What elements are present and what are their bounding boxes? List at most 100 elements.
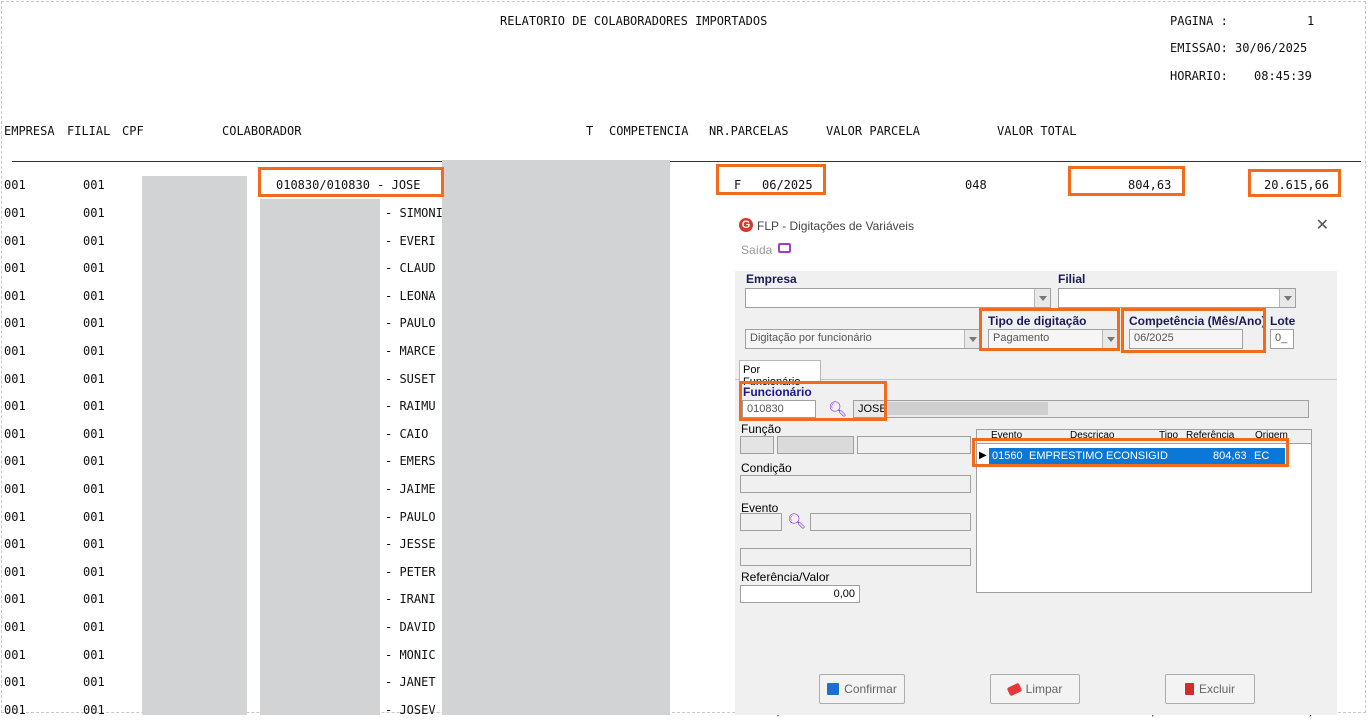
evento-desc-field bbox=[810, 513, 971, 531]
col-competencia: COMPETENCIA bbox=[609, 124, 689, 138]
cell-colaborador: - CAIO bbox=[385, 427, 429, 441]
referencia-input[interactable]: 0,00 bbox=[740, 585, 860, 603]
cell-filial: 001 bbox=[83, 289, 105, 303]
cell-colaborador: - RAIMU bbox=[385, 399, 436, 413]
cell-filial: 001 bbox=[83, 234, 105, 248]
cell-empresa: 001 bbox=[4, 482, 26, 496]
cell-colaborador: - PETER bbox=[385, 565, 436, 579]
referencia-value: 0,00 bbox=[833, 588, 855, 600]
excluir-button[interactable]: Excluir bbox=[1165, 674, 1255, 704]
digitacao-mode-value: Digitação por funcionário bbox=[750, 332, 872, 344]
evento-search-icon[interactable]: 🔍︎ bbox=[787, 512, 806, 530]
col-empresa: EMPRESA bbox=[4, 124, 55, 138]
time-value: 08:45:39 bbox=[1254, 69, 1312, 83]
cell-empresa: 001 bbox=[4, 178, 26, 192]
limpar-button[interactable]: Limpar bbox=[990, 674, 1080, 704]
lote-value: 0_ bbox=[1275, 332, 1288, 344]
cell-empresa: 001 bbox=[4, 675, 26, 689]
highlight-valor-total bbox=[1248, 169, 1341, 197]
cell-empresa: 001 bbox=[4, 234, 26, 248]
cell-filial: 001 bbox=[83, 565, 105, 579]
cell-colaborador: - JAIME bbox=[385, 482, 436, 496]
cell-empresa: 001 bbox=[4, 620, 26, 634]
chevron-down-icon[interactable] bbox=[964, 330, 980, 348]
cell-colaborador: - MARCE bbox=[385, 344, 436, 358]
tab-por-funcionario[interactable]: Por Funcionário bbox=[739, 360, 821, 388]
col-nr-parcelas: NR.PARCELAS bbox=[709, 124, 789, 138]
cell-empresa: 001 bbox=[4, 537, 26, 551]
cell-filial: 001 bbox=[83, 372, 105, 386]
cell-colaborador: - LEONA bbox=[385, 289, 436, 303]
col-t: T bbox=[586, 124, 594, 138]
col-valor-total: VALOR TOTAL bbox=[997, 124, 1077, 138]
redacted-name bbox=[888, 402, 1048, 415]
cell-empresa: 001 bbox=[4, 565, 26, 579]
limpar-label: Limpar bbox=[1025, 682, 1063, 696]
save-icon bbox=[827, 683, 840, 695]
cell-colaborador: - IRANI bbox=[385, 592, 436, 606]
cell-colaborador: - SUSET bbox=[385, 372, 436, 386]
cell-filial: 001 bbox=[83, 537, 105, 551]
cell-empresa: 001 bbox=[4, 592, 26, 606]
excluir-label: Excluir bbox=[1198, 682, 1235, 696]
cell-filial: 001 bbox=[83, 592, 105, 606]
redacted-id-column bbox=[260, 199, 380, 715]
cell-colaborador: - DAVID bbox=[385, 620, 436, 634]
cell-filial: 001 bbox=[83, 206, 105, 220]
cell-filial: 001 bbox=[83, 620, 105, 634]
saida-menu[interactable]: Saída bbox=[741, 243, 772, 257]
confirmar-button[interactable]: Confirmar bbox=[819, 674, 905, 704]
cell-colaborador: - PAULO bbox=[385, 510, 436, 524]
cell-colaborador: - JESSE bbox=[385, 537, 436, 551]
eraser-icon bbox=[1006, 682, 1022, 696]
cell-empresa: 001 bbox=[4, 510, 26, 524]
highlight-grid-row bbox=[972, 438, 1289, 467]
variables-dialog: G FLP - Digitações de Variáveis ✕ Saída … bbox=[735, 209, 1337, 715]
col-valor-parcela: VALOR PARCELA bbox=[826, 124, 920, 138]
monitor-icon[interactable] bbox=[778, 243, 791, 253]
digitacao-mode-select[interactable]: Digitação por funcionário bbox=[745, 329, 981, 349]
cell-colaborador: - JOSEV bbox=[385, 703, 436, 717]
cell-empresa: 001 bbox=[4, 289, 26, 303]
cell-filial: 001 bbox=[83, 648, 105, 662]
lote-input[interactable]: 0_ bbox=[1270, 329, 1294, 349]
cell-empresa: 001 bbox=[4, 399, 26, 413]
cell-colaborador: - EVERI bbox=[385, 234, 436, 248]
page-label: PAGINA : bbox=[1170, 14, 1228, 28]
chevron-down-icon[interactable] bbox=[1034, 289, 1050, 307]
condicao-field bbox=[740, 475, 971, 493]
empresa-select[interactable] bbox=[745, 288, 1051, 308]
funcao-extra-field bbox=[857, 436, 971, 454]
funcao-label: Função bbox=[741, 422, 782, 436]
funcao-name-field bbox=[777, 436, 854, 454]
chevron-down-icon[interactable] bbox=[1279, 289, 1295, 307]
cell-colaborador: - CLAUD bbox=[385, 261, 436, 275]
highlight-competencia bbox=[716, 164, 826, 195]
redacted-name-column bbox=[442, 160, 670, 715]
header-divider bbox=[12, 161, 1361, 162]
app-logo-icon: G bbox=[739, 218, 753, 232]
confirmar-label: Confirmar bbox=[844, 682, 897, 696]
page-number: 1 bbox=[1307, 14, 1315, 28]
cell-filial: 001 bbox=[83, 427, 105, 441]
col-filial: FILIAL bbox=[67, 124, 111, 138]
close-icon[interactable]: ✕ bbox=[1316, 215, 1329, 235]
cell-empresa: 001 bbox=[4, 372, 26, 386]
highlight-colaborador bbox=[258, 167, 444, 197]
highlight-competencia-field bbox=[1121, 308, 1266, 353]
cell-empresa: 001 bbox=[4, 703, 26, 717]
cell-empresa: 001 bbox=[4, 261, 26, 275]
time-label: HORARIO: bbox=[1170, 69, 1228, 83]
cell-empresa: 001 bbox=[4, 648, 26, 662]
dialog-title: FLP - Digitações de Variáveis bbox=[757, 219, 914, 233]
referencia-label: Referência/Valor bbox=[741, 570, 830, 584]
emission-date: EMISSAO: 30/06/2025 bbox=[1170, 41, 1308, 55]
highlight-valor-parcela bbox=[1068, 166, 1185, 196]
cell-filial: 001 bbox=[83, 344, 105, 358]
cell-nr-parcelas: 048 bbox=[965, 178, 987, 192]
evento-code-input[interactable] bbox=[740, 513, 782, 531]
cell-filial: 001 bbox=[83, 703, 105, 717]
filial-select[interactable] bbox=[1058, 288, 1296, 308]
cell-filial: 001 bbox=[83, 482, 105, 496]
empresa-label: Empresa bbox=[746, 272, 797, 286]
